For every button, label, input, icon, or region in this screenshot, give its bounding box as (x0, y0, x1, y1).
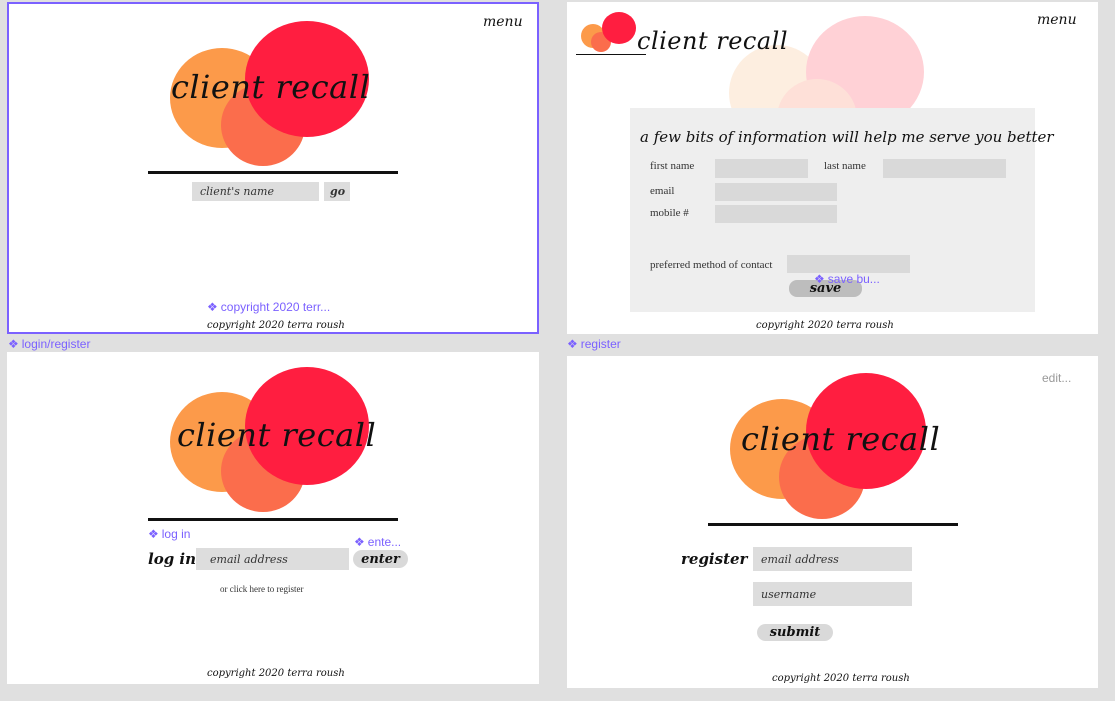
menu-link[interactable]: menu (1037, 12, 1077, 28)
last-name-field[interactable] (883, 159, 1006, 178)
email-field[interactable] (715, 183, 837, 201)
edit-label: edit... (1042, 371, 1072, 385)
component-icon: ❖ (207, 300, 218, 314)
save-component-label: ❖ save bu... (814, 272, 880, 286)
preferred-contact-label: preferred method of contact (650, 259, 773, 271)
frame-home[interactable]: menu client recall client's name go ❖ cop… (7, 2, 539, 334)
copyright-text: copyright 2020 terra roush (772, 673, 910, 684)
go-button[interactable]: go (324, 182, 350, 201)
divider-rule (148, 518, 398, 521)
component-icon: ❖ (814, 272, 825, 286)
last-name-label: last name (824, 160, 866, 172)
component-icon: ❖ (148, 527, 159, 541)
enter-component-label: ❖ ente... (354, 535, 402, 549)
email-input[interactable]: email address (753, 547, 912, 571)
login-component-label: ❖ log in (148, 527, 191, 541)
logo-text: client recall (171, 68, 371, 106)
frame-register[interactable]: edit... client recall register email add… (567, 356, 1098, 688)
copyright-text: copyright 2020 terra roush (207, 320, 345, 331)
username-input[interactable]: username (753, 582, 912, 606)
mobile-label: mobile # (650, 207, 689, 219)
menu-link[interactable]: menu (483, 14, 523, 30)
component-icon: ❖ (8, 337, 19, 351)
info-heading: a few bits of information will help me s… (640, 128, 1054, 146)
copyright-text: copyright 2020 terra roush (207, 668, 345, 679)
frame-login[interactable]: client recall ❖ log in ❖ ente... log in em… (7, 352, 539, 684)
submit-button[interactable]: submit (757, 624, 833, 641)
mini-logo-circle-red (602, 12, 636, 44)
divider-rule (708, 523, 958, 526)
frame-label-login-register[interactable]: ❖ login/register (8, 337, 90, 351)
login-label: log in (148, 550, 197, 568)
mobile-field[interactable] (715, 205, 837, 223)
frame-info[interactable]: client recall menu a few bits of informa… (567, 2, 1098, 334)
email-input[interactable]: email address (196, 548, 349, 570)
client-name-input[interactable]: client's name (192, 182, 319, 201)
enter-button[interactable]: enter (353, 550, 408, 568)
first-name-label: first name (650, 160, 695, 172)
register-link[interactable]: or click here to register (220, 584, 303, 594)
frame-label-register[interactable]: ❖ register (567, 337, 621, 351)
component-icon: ❖ (354, 535, 365, 549)
first-name-field[interactable] (715, 159, 808, 178)
register-label: register (681, 550, 748, 568)
logo-text: client recall (177, 416, 377, 454)
preferred-contact-field[interactable] (787, 255, 910, 273)
copyright-component-label: ❖ copyright 2020 terr... (207, 300, 331, 314)
component-icon: ❖ (567, 337, 578, 351)
email-label: email (650, 185, 675, 197)
logo-text: client recall (637, 27, 789, 55)
copyright-text: copyright 2020 terra roush (756, 320, 894, 331)
logo-underline (576, 54, 646, 55)
divider-rule (148, 171, 398, 174)
logo-text: client recall (741, 420, 941, 458)
